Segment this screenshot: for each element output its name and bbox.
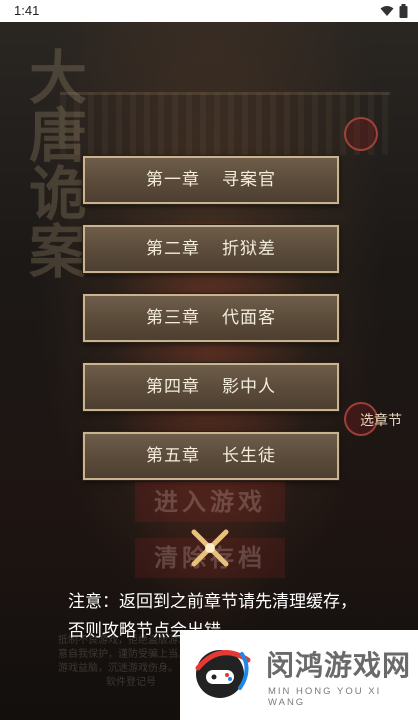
- watermark-title: 闵鸿游戏网: [266, 649, 412, 682]
- chapter-4-button[interactable]: 第四章 影中人: [83, 363, 339, 411]
- status-icons: [380, 4, 408, 18]
- status-bar: 1:41: [0, 0, 418, 22]
- crossed-swords-close-icon[interactable]: [190, 528, 230, 568]
- chapter-name: 影中人: [222, 377, 276, 397]
- chapter-2-button[interactable]: 第二章 折狱差: [83, 225, 339, 273]
- select-chapter-label[interactable]: 选章节: [360, 410, 402, 430]
- chapter-number: 第三章: [146, 308, 200, 328]
- wifi-icon: [380, 6, 394, 16]
- gamepad-logo-icon: [195, 650, 251, 698]
- battery-icon: [399, 4, 408, 18]
- medallion-icon: [344, 117, 378, 151]
- chapter-5-button[interactable]: 第五章 长生徒: [83, 432, 339, 480]
- status-time: 1:41: [14, 3, 40, 18]
- chapter-3-button[interactable]: 第三章 代面客: [83, 294, 339, 342]
- chapter-name: 折狱差: [222, 239, 276, 259]
- watermark-badge: 闵鸿游戏网 MIN HONG YOU XI WANG: [180, 630, 418, 720]
- game-title-calligraphy: 大唐诡案: [19, 47, 87, 279]
- chapter-name: 寻案官: [222, 170, 276, 190]
- chapter-number: 第四章: [146, 377, 200, 397]
- chapter-number: 第一章: [146, 170, 200, 190]
- chapter-number: 第二章: [146, 239, 200, 259]
- watermark-subtitle: MIN HONG YOU XI WANG: [268, 686, 382, 708]
- palace-roof-art: [60, 92, 390, 155]
- chapter-name: 长生徒: [222, 446, 276, 466]
- chapter-number: 第五章: [146, 446, 200, 466]
- chapter-name: 代面客: [222, 308, 276, 328]
- enter-game-button-background: 进入游戏: [135, 482, 285, 522]
- chapter-1-button[interactable]: 第一章 寻案官: [83, 156, 339, 204]
